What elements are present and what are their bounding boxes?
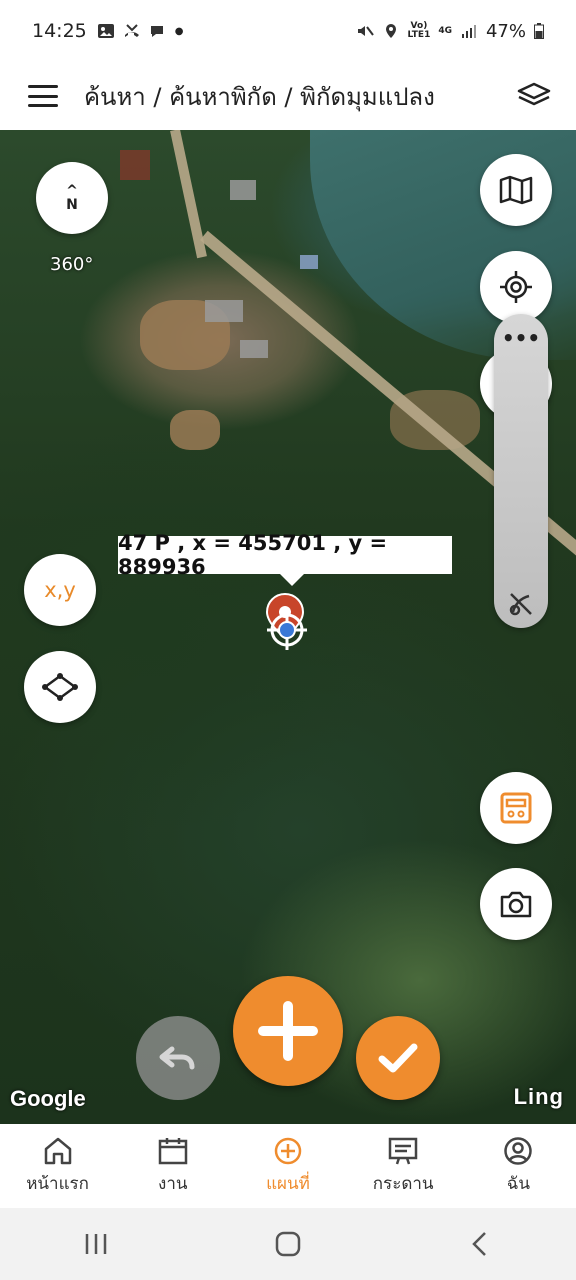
ling-logo: Ling	[513, 1084, 564, 1109]
breadcrumb: ค้นหา / ค้นหาพิกัด / พิกัดมุมแปลง	[84, 82, 435, 111]
volte-indicator: Vo) LTE1	[407, 21, 431, 40]
system-nav-bar	[0, 1208, 576, 1280]
building	[300, 255, 318, 269]
building	[205, 300, 243, 322]
coordinate-label: 47 P , x = 455701 , y = 889936	[118, 531, 452, 586]
crosshair-icon	[500, 271, 532, 303]
recent-apps-button[interactable]	[66, 1224, 126, 1264]
camera-icon	[500, 891, 532, 918]
battery-percent: 47%	[485, 20, 526, 42]
map-type-button[interactable]	[480, 154, 552, 226]
location-icon	[385, 24, 396, 38]
undo-button[interactable]	[136, 1016, 220, 1100]
map-icon	[499, 175, 533, 205]
missed-call-icon	[124, 24, 139, 37]
recent-apps-icon	[85, 1234, 107, 1254]
user-icon	[504, 1136, 533, 1165]
undo-icon	[159, 1046, 195, 1070]
xy-button-label: x,y	[44, 578, 76, 602]
nav-label-me: ฉัน	[506, 1173, 530, 1194]
confirm-button[interactable]	[356, 1016, 440, 1100]
app-header: ค้นหา / ค้นหาพิกัด / พิกัดมุมแปลง	[0, 62, 576, 130]
calculator-button[interactable]	[480, 772, 552, 844]
layers-icon	[517, 82, 551, 106]
gallery-icon	[97, 24, 114, 38]
status-time: 14:25	[32, 20, 87, 42]
network-indicator: 4G	[438, 25, 452, 36]
board-icon	[388, 1137, 418, 1164]
nav-item-board[interactable]: กระดาน	[348, 1136, 458, 1197]
xy-input-button[interactable]: x,y	[24, 554, 96, 626]
nav-item-jobs[interactable]: งาน	[118, 1136, 228, 1197]
calculator-icon	[500, 792, 532, 824]
building	[230, 180, 256, 200]
camera-button[interactable]	[480, 868, 552, 940]
my-location-button[interactable]	[480, 251, 552, 323]
compass-button[interactable]: ^ N	[36, 162, 108, 234]
nav-label-board: กระดาน	[372, 1173, 434, 1194]
google-logo: Google	[10, 1086, 86, 1111]
north-arrow-icon: ^	[66, 183, 78, 199]
plus-icon	[258, 1001, 318, 1061]
back-button[interactable]	[450, 1224, 510, 1264]
dot-icon: ●	[174, 25, 184, 37]
status-bar: 14:25 ● Vo) LTE1 4G 47%	[0, 0, 576, 62]
chat-icon	[150, 26, 163, 37]
nav-item-home[interactable]: หน้าแรก	[3, 1136, 113, 1197]
nav-label-home: หน้าแรก	[26, 1173, 89, 1194]
rotation-label: 360°	[50, 254, 94, 275]
add-point-button[interactable]	[233, 976, 343, 1086]
signal-icon	[461, 25, 476, 38]
home-system-button[interactable]	[258, 1224, 318, 1264]
bottom-nav: หน้าแรก งาน แผนที่ กระดาน ฉัน	[0, 1124, 576, 1208]
back-icon	[472, 1232, 486, 1256]
battery-icon	[534, 23, 544, 39]
calendar-icon	[158, 1137, 188, 1164]
home-icon	[44, 1137, 71, 1164]
slider-menu-icon[interactable]: •••	[494, 328, 548, 348]
home-circle-icon	[275, 1231, 301, 1257]
nav-label-jobs: งาน	[158, 1173, 188, 1194]
menu-button[interactable]	[28, 85, 58, 107]
land-clearing	[170, 410, 220, 450]
zoom-slider[interactable]: •••	[494, 314, 548, 628]
add-circle-icon	[274, 1137, 302, 1164]
nav-label-map: แผนที่	[266, 1173, 310, 1194]
check-icon	[378, 1043, 418, 1073]
polygon-tool-button[interactable]	[24, 651, 96, 723]
polygon-icon	[42, 673, 78, 701]
building	[240, 340, 268, 358]
nav-item-map[interactable]: แผนที่	[233, 1136, 343, 1197]
nav-item-me[interactable]: ฉัน	[463, 1136, 573, 1197]
map-view[interactable]: ^ N 360° ••• 47 P , x = 455701 , y = 889…	[0, 130, 576, 1124]
compass-letter: N	[66, 197, 78, 213]
location-marker-icon	[265, 592, 307, 650]
layers-button[interactable]	[514, 76, 554, 116]
edit-off-icon[interactable]	[507, 590, 535, 618]
mute-icon	[357, 26, 374, 36]
building	[120, 150, 150, 180]
